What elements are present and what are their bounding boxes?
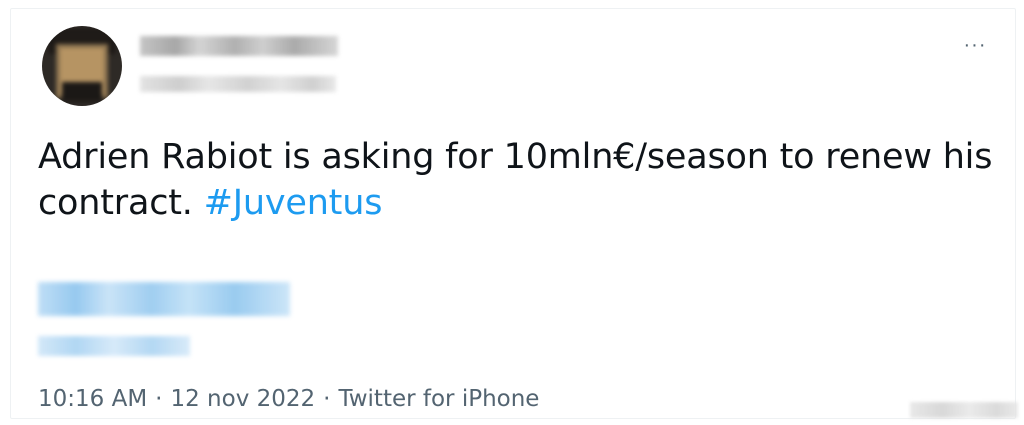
tweet-meta: 10:16 AM · 12 nov 2022 · Twitter for iPhone xyxy=(38,386,539,412)
avatar-beard-blur xyxy=(62,82,102,102)
tweet-text: Adrien Rabiot is asking for 10mln€/seaso… xyxy=(38,134,1008,226)
source-link[interactable]: Twitter for iPhone xyxy=(338,386,539,412)
date[interactable]: 12 nov 2022 xyxy=(170,386,315,412)
blurred-display-name[interactable] xyxy=(140,36,338,56)
blurred-mention-link[interactable] xyxy=(38,282,290,316)
timestamp[interactable]: 10:16 AM xyxy=(38,386,147,412)
avatar[interactable] xyxy=(42,26,122,106)
more-icon: ··· xyxy=(963,33,987,56)
blurred-watermark xyxy=(910,402,1018,418)
hashtag-link[interactable]: #Juventus xyxy=(204,183,383,223)
more-options-button[interactable]: ··· xyxy=(955,30,995,60)
blurred-link-sub[interactable] xyxy=(38,336,190,356)
tweet-body: Adrien Rabiot is asking for 10mln€/seaso… xyxy=(38,137,993,223)
separator: · xyxy=(155,386,163,412)
separator: · xyxy=(323,386,331,412)
blurred-username[interactable] xyxy=(140,76,336,92)
